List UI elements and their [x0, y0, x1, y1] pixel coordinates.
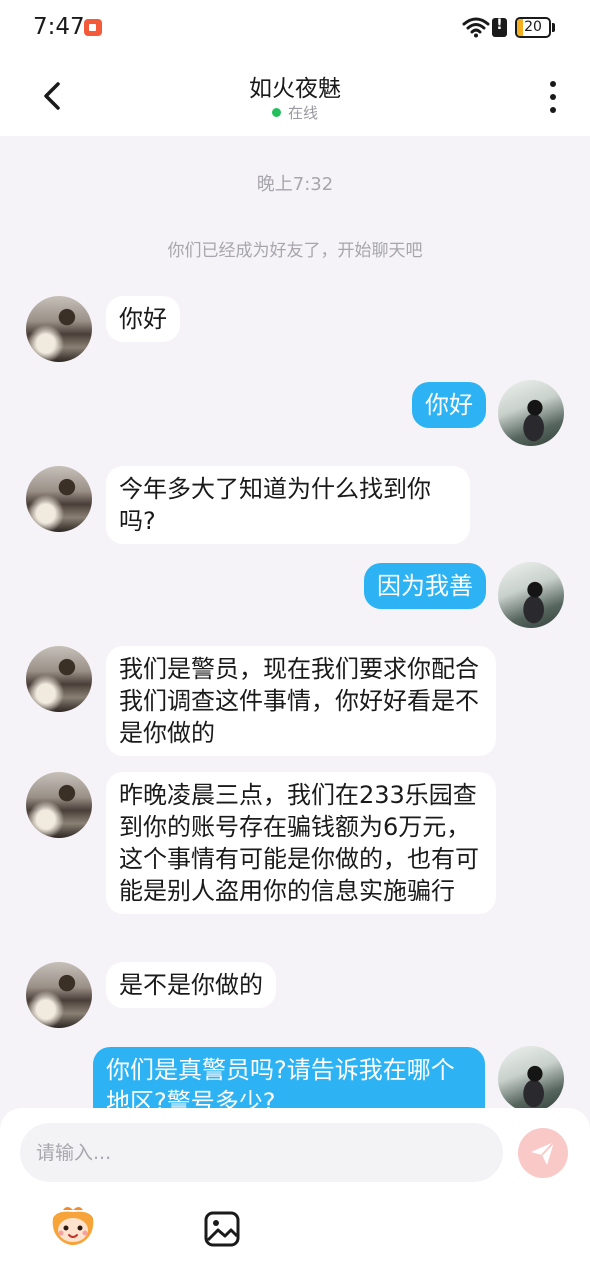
- incoming-message[interactable]: 今年多大了知道为什么找到你吗?: [106, 466, 470, 544]
- incoming-message[interactable]: 是不是你做的: [106, 962, 276, 1008]
- contact-name: 如火夜魅: [249, 76, 341, 102]
- outgoing-message[interactable]: 你们是真警员吗?请告诉我在哪个地区?警号多少?: [93, 1047, 485, 1110]
- my-avatar[interactable]: [498, 562, 564, 628]
- message-list[interactable]: 晚上7:32 你们已经成为好友了，开始聊天吧 你好 你好 今年多大了知道为什么找…: [0, 136, 590, 1110]
- chat-header: 如火夜魅 在线: [0, 56, 590, 136]
- more-dot-icon: [550, 81, 556, 87]
- status-bar: 7:47 20: [0, 0, 590, 56]
- message-input[interactable]: [20, 1123, 503, 1182]
- contact-avatar[interactable]: [26, 962, 92, 1028]
- my-avatar[interactable]: [498, 1046, 564, 1110]
- send-button[interactable]: [518, 1128, 568, 1178]
- contact-avatar[interactable]: [26, 772, 92, 838]
- incoming-message[interactable]: 昨晚凌晨三点，我们在233乐园查到你的账号存在骗钱额为6万元，这个事情有可能是你…: [106, 772, 496, 914]
- outgoing-message[interactable]: 因为我善: [364, 563, 486, 609]
- alert-icon: [492, 17, 507, 37]
- message-timestamp: 晚上7:32: [256, 174, 334, 195]
- outgoing-message[interactable]: 你好: [412, 382, 486, 428]
- wifi-icon: [462, 17, 490, 38]
- send-icon: [531, 1141, 555, 1165]
- battery-text: 20: [524, 19, 542, 35]
- incoming-message[interactable]: 你好: [106, 296, 180, 342]
- more-dot-icon: [550, 94, 556, 100]
- composer: [0, 1108, 590, 1280]
- image-icon[interactable]: [203, 1210, 241, 1248]
- online-status: 在线: [0, 102, 590, 123]
- online-dot-icon: [271, 108, 281, 117]
- more-options-button[interactable]: [540, 80, 566, 114]
- emoji-mascot-icon[interactable]: [49, 1204, 97, 1248]
- online-status-label: 在线: [287, 104, 318, 122]
- more-dot-icon: [550, 107, 556, 113]
- my-avatar[interactable]: [498, 380, 564, 446]
- screen-record-icon: [84, 19, 102, 36]
- incoming-message[interactable]: 我们是警员，现在我们要求你配合我们调查这件事情，你好好看是不是你做的: [106, 646, 496, 756]
- status-time: 7:47: [33, 14, 85, 40]
- system-note: 你们已经成为好友了，开始聊天吧: [167, 241, 423, 261]
- battery-icon: 20: [515, 17, 551, 38]
- contact-avatar[interactable]: [26, 296, 92, 362]
- contact-avatar[interactable]: [26, 466, 92, 532]
- contact-avatar[interactable]: [26, 646, 92, 712]
- battery-tip: [552, 23, 555, 32]
